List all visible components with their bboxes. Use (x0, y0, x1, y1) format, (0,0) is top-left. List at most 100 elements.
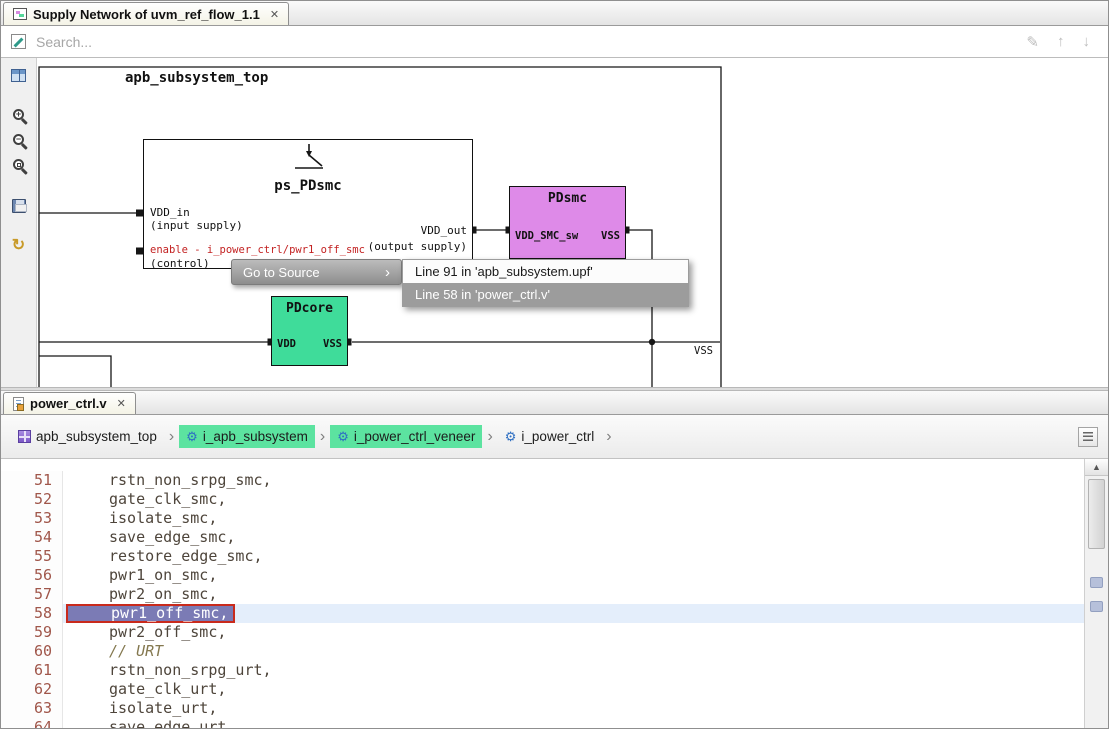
code-line[interactable]: 60// URT (1, 642, 1084, 661)
line-text: save_edge_urt, (63, 718, 1084, 729)
line-number[interactable]: 62 (1, 680, 63, 699)
line-number[interactable]: 56 (1, 566, 63, 585)
search-settings-icon[interactable] (11, 34, 26, 49)
top-tabbar: Supply Network of uvm_ref_flow_1.1 ✕ (1, 1, 1108, 26)
zoom-in-icon: + (13, 109, 24, 120)
pdsmc-domain-box[interactable]: PDsmc VDD_SMC_sw VSS (509, 186, 626, 259)
save-button[interactable] (6, 193, 32, 218)
port-control[interactable]: enable - i_power_ctrl/pwr1_off_smc (150, 244, 365, 256)
line-number[interactable]: 53 (1, 509, 63, 528)
pdcore-domain-box[interactable]: PDcore VDD VSS (271, 296, 348, 366)
code-line[interactable]: 52gate_clk_smc, (1, 490, 1084, 509)
chevron-right-icon: › (606, 428, 611, 446)
line-number[interactable]: 59 (1, 623, 63, 642)
breadcrumb-label: i_power_ctrl_veneer (354, 429, 476, 444)
schematic-canvas[interactable]: apb_subsystem_top ps_PDsmc (37, 58, 1108, 387)
code-line[interactable]: 63isolate_urt, (1, 699, 1084, 718)
supply-network-view: Supply Network of uvm_ref_flow_1.1 ✕ ✎ ↑… (1, 1, 1108, 387)
line-number[interactable]: 64 (1, 718, 63, 729)
code-line[interactable]: 55restore_edge_smc, (1, 547, 1084, 566)
code-line[interactable]: 54save_edge_smc, (1, 528, 1084, 547)
zoom-fit-icon (13, 159, 24, 170)
context-menu-go-to-source[interactable]: Go to Source › (231, 259, 402, 285)
line-number[interactable]: 61 (1, 661, 63, 680)
code-line[interactable]: 57pwr2_on_smc, (1, 585, 1084, 604)
breadcrumb-item-i_power_ctrl_veneer[interactable]: ⚙ i_power_ctrl_veneer (330, 425, 482, 448)
vertical-scrollbar[interactable]: ▲ (1084, 459, 1108, 729)
search-input[interactable] (36, 34, 1016, 50)
line-text: // URT (63, 642, 1084, 661)
line-number[interactable]: 54 (1, 528, 63, 547)
port-vdd-out-type: (output supply) (368, 240, 467, 253)
show-table-button[interactable] (6, 63, 32, 88)
line-number[interactable]: 55 (1, 547, 63, 566)
code-line[interactable]: 51rstn_non_srpg_smc, (1, 471, 1084, 490)
code-line[interactable]: 58pwr1_off_smc, (1, 604, 1084, 623)
close-icon[interactable]: ✕ (117, 397, 126, 410)
verilog-file-icon (13, 397, 24, 411)
breadcrumb-item-apb_subsystem_top[interactable]: apb_subsystem_top (11, 425, 164, 448)
zoom-fit-button[interactable] (6, 152, 32, 177)
line-number[interactable]: 52 (1, 490, 63, 509)
line-text: isolate_urt, (63, 699, 1084, 718)
line-number[interactable]: 60 (1, 642, 63, 661)
code-line[interactable]: 59pwr2_off_smc, (1, 623, 1084, 642)
source-editor-view: power_ctrl.v ✕ apb_subsystem_top › ⚙i_apb_… (1, 391, 1108, 729)
pdsmc-port-right: VSS (601, 230, 620, 242)
tab-title: power_ctrl.v (30, 396, 107, 411)
port-vdd-out: VDD_out (421, 224, 467, 237)
overview-marker[interactable] (1090, 577, 1103, 588)
tab-power-ctrl-v[interactable]: power_ctrl.v ✕ (3, 392, 136, 414)
context-submenu: Line 91 in 'apb_subsystem.upf'Line 58 in… (402, 259, 689, 307)
breadcrumb-item-i_apb_subsystem[interactable]: ⚙i_apb_subsystem (179, 425, 315, 448)
power-switch-box[interactable]: ps_PDsmc VDD_in (input supply) enable - … (143, 139, 473, 269)
code-line[interactable]: 61rstn_non_srpg_urt, (1, 661, 1084, 680)
code-line[interactable]: 56pwr1_on_smc, (1, 566, 1084, 585)
next-match-icon[interactable]: ↓ (1083, 33, 1091, 51)
instance-icon: ⚙ (505, 430, 517, 443)
pdsmc-title: PDsmc (510, 191, 625, 206)
search-bar: ✎ ↑ ↓ (1, 26, 1108, 58)
code-line[interactable]: 62gate_clk_urt, (1, 680, 1084, 699)
breadcrumb-toggle-button[interactable] (1078, 427, 1098, 447)
reload-button[interactable]: ↻ (6, 232, 32, 257)
menu-item[interactable]: Line 91 in 'apb_subsystem.upf' (403, 260, 688, 283)
code-line[interactable]: 64save_edge_urt, (1, 718, 1084, 729)
scope-label: apb_subsystem_top (125, 70, 268, 86)
breadcrumb-label: i_power_ctrl (521, 429, 594, 444)
tab-supply-network[interactable]: Supply Network of uvm_ref_flow_1.1 ✕ (3, 2, 289, 25)
clear-search-icon[interactable]: ✎ (1026, 33, 1039, 51)
scroll-up-icon[interactable]: ▲ (1085, 459, 1108, 476)
line-text: save_edge_smc, (63, 528, 1084, 547)
canvas-toolbar: + − ↻ (1, 58, 37, 387)
chevron-right-icon: › (169, 428, 174, 446)
hierarchy-list-icon (1083, 432, 1093, 441)
line-number[interactable]: 58 (1, 604, 63, 623)
line-number[interactable]: 51 (1, 471, 63, 490)
port-vdd-in-type: (input supply) (150, 219, 243, 232)
line-text: pwr2_off_smc, (63, 623, 1084, 642)
bottom-tabbar: power_ctrl.v ✕ (1, 391, 1108, 415)
line-text: pwr2_on_smc, (63, 585, 1084, 604)
code-line[interactable]: 53isolate_smc, (1, 509, 1084, 528)
menu-item[interactable]: Line 58 in 'power_ctrl.v' (403, 283, 688, 306)
line-number[interactable]: 57 (1, 585, 63, 604)
instance-icon: ⚙ (337, 430, 349, 443)
application-window: Supply Network of uvm_ref_flow_1.1 ✕ ✎ ↑… (0, 0, 1109, 729)
line-number[interactable]: 63 (1, 699, 63, 718)
overview-marker[interactable] (1090, 601, 1103, 612)
line-text: isolate_smc, (63, 509, 1084, 528)
line-text: rstn_non_srpg_urt, (63, 661, 1084, 680)
zoom-out-button[interactable]: − (6, 127, 32, 152)
close-icon[interactable]: ✕ (270, 8, 279, 21)
code-editor[interactable]: 51rstn_non_srpg_smc,52gate_clk_smc,53iso… (1, 459, 1108, 729)
zoom-in-button[interactable]: + (6, 102, 32, 127)
prev-match-icon[interactable]: ↑ (1057, 33, 1065, 51)
submenu-arrow-icon: › (385, 264, 390, 281)
scrollbar-thumb[interactable] (1088, 479, 1105, 549)
pdcore-port-left: VDD (277, 338, 296, 350)
line-text: gate_clk_urt, (63, 680, 1084, 699)
module-icon (18, 430, 31, 443)
breadcrumb-item-i_power_ctrl[interactable]: ⚙ i_power_ctrl (498, 425, 601, 448)
line-text: pwr1_off_smc, (63, 604, 1084, 623)
